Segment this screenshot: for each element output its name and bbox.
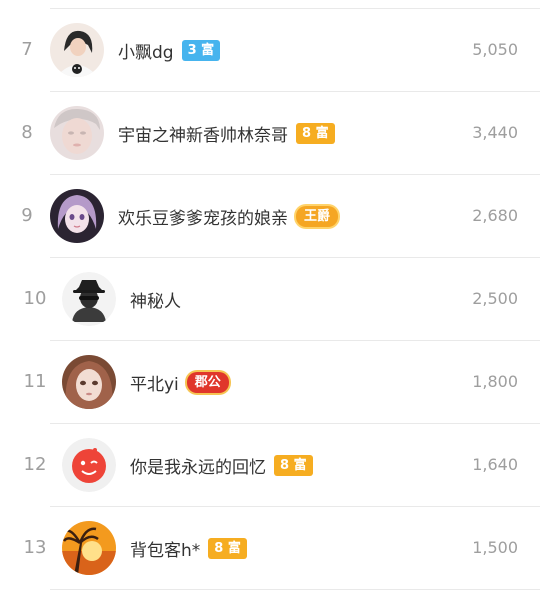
user-avatar[interactable] [62, 355, 116, 409]
user-name[interactable]: 你是我永远的回忆 [130, 453, 266, 478]
leaderboard-row[interactable]: 7 小飘dg 3 富 5,050 [0, 9, 540, 92]
leaderboard-row[interactable]: 12 你是我永远的回忆 8 富 1,640 [0, 424, 540, 507]
user-name-group: 你是我永远的回忆 8 富 [130, 424, 313, 506]
wealth-level-badge: 8 富 [274, 454, 313, 476]
rank-number: 9 [21, 205, 33, 226]
contribution-score: 3,440 [472, 123, 518, 142]
leaderboard-list: 7 小飘dg 3 富 5,050 8 宇宙之神新香帅林奈哥 8 富 3,440 … [0, 9, 540, 590]
user-avatar[interactable] [50, 106, 104, 160]
leaderboard-row[interactable]: 9 欢乐豆爹爹宠孩的娘亲 王爵 2,680 [0, 175, 540, 258]
leaderboard-row[interactable]: 11 平北yi 郡公 1,800 [0, 341, 540, 424]
user-name-group: 欢乐豆爹爹宠孩的娘亲 王爵 [118, 175, 339, 257]
leaderboard-row[interactable]: 10 神秘人 2,500 [0, 258, 540, 341]
wealth-level-badge: 3 富 [181, 39, 221, 61]
rank-number: 13 [23, 537, 47, 558]
user-name-group: 平北yi 郡公 [130, 341, 229, 423]
rank-number: 10 [23, 288, 47, 309]
user-name-group: 小飘dg 3 富 [118, 9, 221, 91]
noble-rank-badge: 王爵 [296, 205, 339, 227]
contribution-score: 2,500 [472, 289, 518, 308]
wealth-level-badge: 8 富 [296, 122, 335, 144]
contribution-score: 1,640 [472, 455, 518, 474]
user-avatar[interactable] [62, 438, 116, 492]
user-name-group: 背包客h* 8 富 [130, 507, 247, 589]
user-name[interactable]: 背包客h* [130, 536, 200, 561]
wealth-level-badge: 8 富 [208, 537, 247, 559]
user-name-group: 宇宙之神新香帅林奈哥 8 富 [118, 92, 335, 174]
user-avatar[interactable] [62, 272, 116, 326]
user-avatar[interactable] [50, 189, 104, 243]
user-avatar[interactable] [62, 521, 116, 575]
user-name[interactable]: 神秘人 [130, 287, 181, 312]
contribution-score: 5,050 [472, 40, 518, 59]
user-avatar[interactable] [50, 23, 104, 77]
user-name[interactable]: 宇宙之神新香帅林奈哥 [118, 121, 288, 146]
leaderboard-row[interactable]: 8 宇宙之神新香帅林奈哥 8 富 3,440 [0, 92, 540, 175]
user-name[interactable]: 欢乐豆爹爹宠孩的娘亲 [118, 204, 288, 229]
noble-rank-badge: 郡公 [186, 371, 229, 393]
rank-number: 7 [21, 39, 33, 60]
contribution-score: 1,500 [472, 538, 518, 557]
user-name[interactable]: 平北yi [130, 370, 179, 395]
rank-number: 8 [21, 122, 33, 143]
rank-number: 11 [23, 371, 47, 392]
contribution-score: 2,680 [472, 206, 518, 225]
user-name-group: 神秘人 [130, 258, 181, 340]
contribution-score: 1,800 [472, 372, 518, 391]
user-name[interactable]: 小飘dg [118, 38, 174, 63]
leaderboard-row[interactable]: 13 背包客h* 8 富 1,500 [0, 507, 540, 590]
rank-number: 12 [23, 454, 47, 475]
